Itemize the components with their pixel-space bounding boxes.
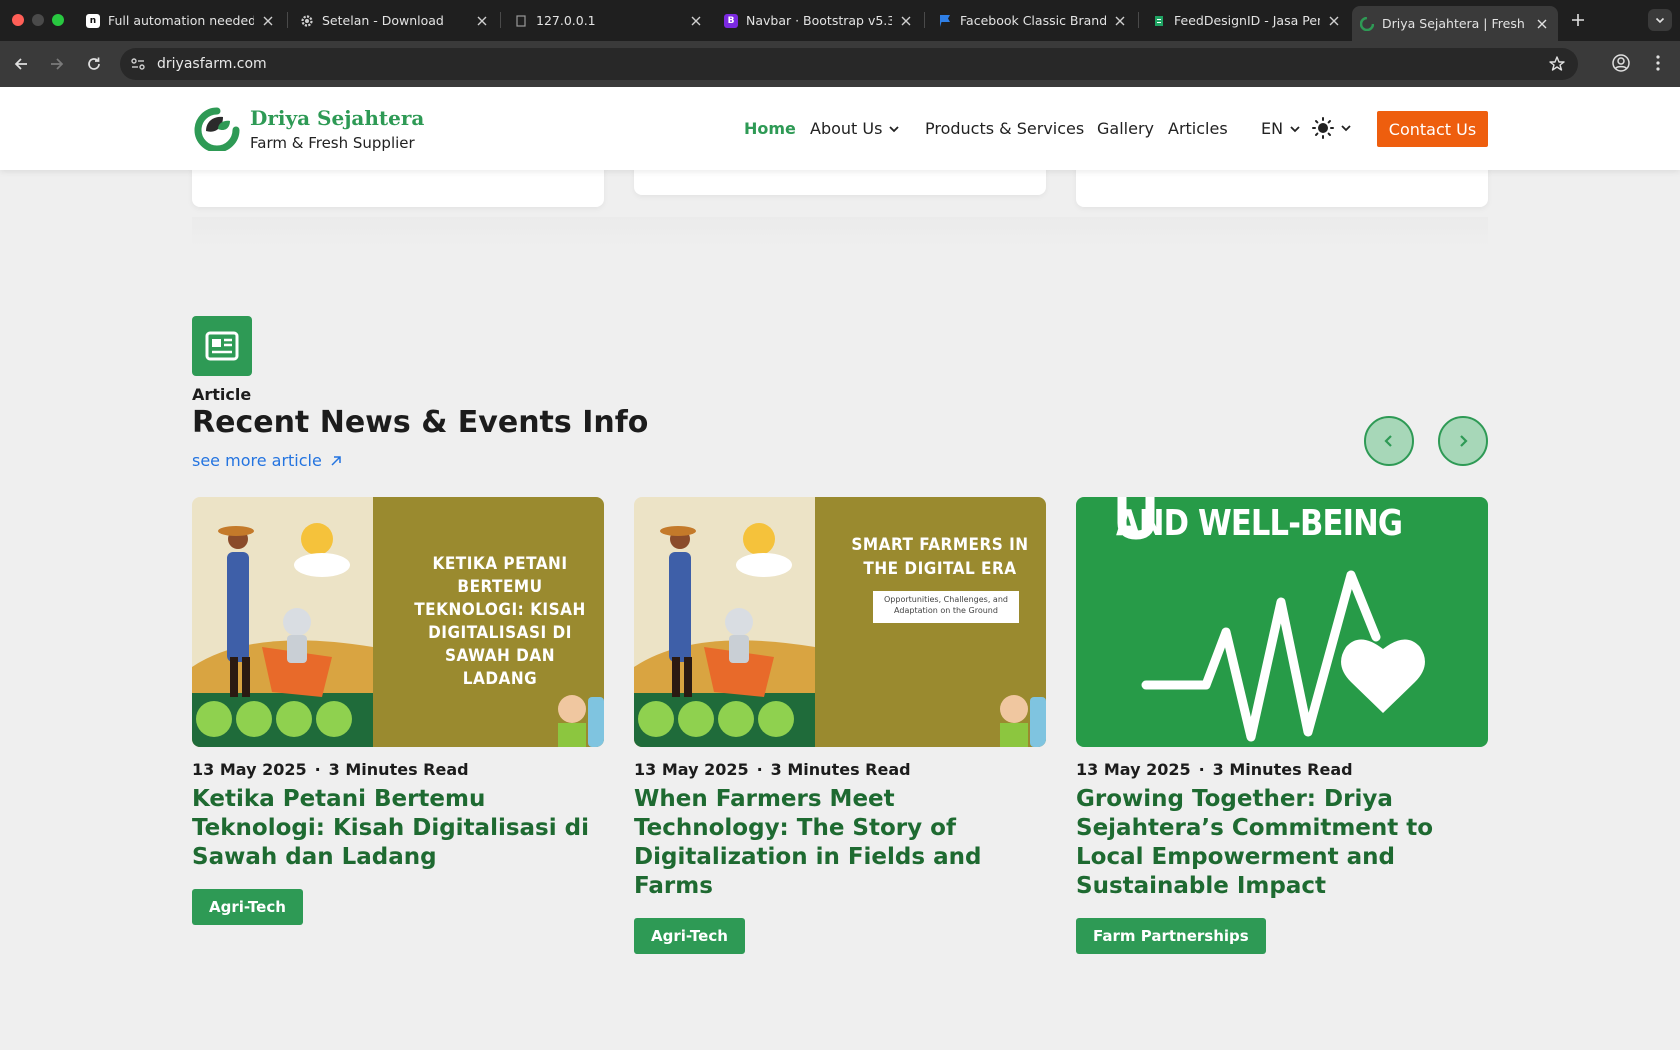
section-eyebrow: Article (192, 385, 252, 404)
poster-headline: KETIKA PETANI BERTEMU TEKNOLOGI: KISAH D… (414, 554, 586, 689)
article-meta: 13 May 2025 · 3 Minutes Read (1076, 760, 1488, 779)
sun-icon (1312, 117, 1334, 139)
browser-toolbar: driyasfarm.com (0, 41, 1680, 87)
poster-headline: SMART FARMERS IN THE DIGITAL ERA (851, 535, 1029, 579)
chevron-down-icon (1341, 125, 1351, 132)
article-read-time: 3 Minutes Read (1212, 760, 1353, 779)
flag-icon (938, 14, 952, 28)
close-icon[interactable] (1326, 13, 1342, 29)
back-button[interactable] (10, 53, 32, 75)
chevron-left-icon (1384, 435, 1392, 447)
article-title[interactable]: Ketika Petani Bertemu Teknologi: Kisah D… (192, 785, 604, 872)
article-category-tag[interactable]: Agri-Tech (634, 918, 745, 954)
window-minimize-button[interactable] (32, 14, 44, 26)
tab-separator (500, 12, 501, 28)
new-tab-button[interactable] (1568, 10, 1588, 30)
section-divider (192, 217, 1488, 247)
meta-separator: · (314, 760, 321, 779)
gear-icon (300, 14, 314, 28)
forward-button[interactable] (46, 53, 68, 75)
browser-tab[interactable]: n Full automation needed - (78, 6, 284, 35)
browser-tab[interactable]: 127.0.0.1 (506, 6, 712, 35)
nav-item-gallery[interactable]: Gallery (1097, 119, 1154, 138)
article-thumbnail[interactable]: AND WELL-BEING (1076, 497, 1488, 747)
close-icon[interactable] (898, 13, 914, 29)
article-title[interactable]: When Farmers Meet Technology: The Story … (634, 785, 1046, 901)
close-icon[interactable] (260, 13, 276, 29)
sheet-icon (1152, 14, 1166, 28)
profile-icon[interactable] (1611, 53, 1631, 73)
carousel-next-button[interactable] (1438, 416, 1488, 466)
article-date: 13 May 2025 (1076, 760, 1191, 779)
article-date: 13 May 2025 (634, 760, 749, 779)
reload-button[interactable] (83, 53, 105, 75)
carousel-prev-button[interactable] (1364, 416, 1414, 466)
close-icon[interactable] (1534, 16, 1550, 32)
nav-item-home[interactable]: Home (744, 119, 796, 138)
driya-logo-icon (1360, 16, 1374, 31)
browser-tab-active[interactable]: Driya Sejahtera | Fresh Fr (1352, 6, 1558, 41)
chevron-down-icon (1290, 125, 1300, 132)
nav-item-about-us[interactable]: About Us (810, 119, 900, 138)
article-title[interactable]: Growing Together: Driya Sejahtera’s Comm… (1076, 785, 1488, 901)
browser-tab-strip: n Full automation needed - Setelan - Dow… (0, 0, 1680, 41)
site-navbar: Driya Sejahtera Farm & Fresh Supplier Ho… (0, 87, 1680, 170)
browser-tab[interactable]: FeedDesignID - Jasa Pen (1144, 6, 1350, 35)
browser-menu-icon[interactable] (1648, 53, 1668, 73)
language-selector[interactable]: EN (1261, 119, 1301, 138)
article-thumbnail[interactable]: SMART FARMERS IN THE DIGITAL ERA Opportu… (634, 497, 1046, 747)
article-card[interactable]: KETIKA PETANI BERTEMU TEKNOLOGI: KISAH D… (192, 497, 604, 925)
tab-separator (924, 12, 925, 28)
article-read-time: 3 Minutes Read (770, 760, 911, 779)
bootstrap-icon: B (724, 13, 738, 28)
url-text: driyasfarm.com (157, 56, 267, 72)
tab-separator (1138, 12, 1139, 28)
page-viewport: stock. them. Driya Sejahtera Farm & Fres… (0, 87, 1680, 1050)
nav-item-articles[interactable]: Articles (1168, 119, 1228, 138)
article-category-tag[interactable]: Farm Partnerships (1076, 918, 1266, 954)
article-read-time: 3 Minutes Read (328, 760, 469, 779)
meta-separator: · (1198, 760, 1205, 779)
brand-tagline: Farm & Fresh Supplier (250, 134, 415, 152)
brand-name[interactable]: Driya Sejahtera (250, 106, 424, 130)
poster-subheadline: Opportunities, Challenges, and Adaptatio… (873, 591, 1019, 623)
browser-tab[interactable]: Facebook Classic Brands (930, 6, 1136, 35)
theme-toggle[interactable] (1312, 117, 1352, 139)
chevron-right-icon (1460, 435, 1468, 447)
article-card[interactable]: AND WELL-BEING 13 May 2025 · 3 Minutes Rea… (1076, 497, 1488, 954)
article-meta: 13 May 2025 · 3 Minutes Read (634, 760, 1046, 779)
article-card[interactable]: SMART FARMERS IN THE DIGITAL ERA Opportu… (634, 497, 1046, 954)
brand-logo[interactable] (192, 107, 242, 151)
page-icon (514, 14, 528, 28)
newspaper-icon (192, 316, 252, 376)
window-close-button[interactable] (12, 14, 24, 26)
close-icon[interactable] (1112, 13, 1128, 29)
article-date: 13 May 2025 (192, 760, 307, 779)
browser-tab[interactable]: B Navbar · Bootstrap v5.3 (716, 6, 922, 35)
article-meta: 13 May 2025 · 3 Minutes Read (192, 760, 604, 779)
close-icon[interactable] (474, 13, 490, 29)
tab-separator (287, 12, 288, 28)
nav-item-products-services[interactable]: Products & Services (925, 119, 1084, 138)
poster-headline: AND WELL-BEING (1116, 503, 1403, 544)
window-maximize-button[interactable] (52, 14, 64, 26)
n8n-logo-icon: n (86, 13, 100, 28)
section-title: Recent News & Events Info (192, 405, 649, 440)
close-icon[interactable] (688, 13, 704, 29)
bookmark-star-icon[interactable] (1548, 55, 1566, 73)
contact-us-button[interactable]: Contact Us (1377, 111, 1488, 147)
arrow-up-right-icon (331, 455, 341, 466)
address-bar[interactable]: driyasfarm.com (120, 48, 1578, 80)
see-more-article-link[interactable]: see more article (192, 451, 342, 470)
meta-separator: · (756, 760, 763, 779)
article-thumbnail[interactable]: KETIKA PETANI BERTEMU TEKNOLOGI: KISAH D… (192, 497, 604, 747)
article-category-tag[interactable]: Agri-Tech (192, 889, 303, 925)
tab-search-button[interactable] (1648, 9, 1672, 31)
site-settings-icon[interactable] (130, 56, 146, 72)
browser-tab[interactable]: Setelan - Download (292, 6, 498, 35)
chevron-down-icon (889, 125, 900, 132)
